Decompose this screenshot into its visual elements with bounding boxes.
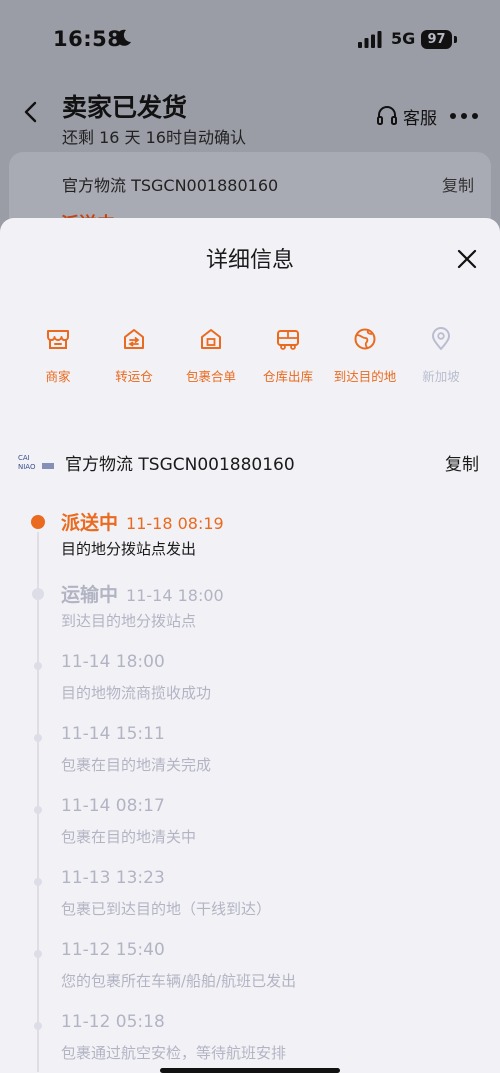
truck-icon xyxy=(277,330,299,350)
timeline-dot xyxy=(34,950,42,958)
event-header: 11-13 13:23 xyxy=(61,868,165,888)
copy-button[interactable]: 复制 xyxy=(442,172,474,196)
more-icon[interactable] xyxy=(449,112,479,120)
logistics-steps: 商家 转运仓 包裹合单 仓库出库 到达目的地 新加坡 xyxy=(8,326,492,396)
carrier-text: 官方物流 TSGCN001880160 xyxy=(62,176,279,195)
logo-text-top: CAI xyxy=(18,454,30,462)
auto-confirm-countdown: 还剩 16 天 16时自动确认 xyxy=(62,128,246,147)
step-destination-country: 新加坡 xyxy=(401,326,481,385)
timeline-dot xyxy=(34,806,42,814)
tracking-number: 官方物流 TSGCN001880160 xyxy=(65,455,295,475)
status-time: 16:58 xyxy=(53,27,123,51)
cainiao-logo-icon: CAI NIAO xyxy=(18,454,54,471)
timeline-dot xyxy=(32,588,44,600)
event-time: 11-14 18:00 xyxy=(61,652,165,672)
timeline-dot xyxy=(34,734,42,742)
step-warehouse-out: 仓库出库 xyxy=(248,326,328,385)
step-label: 仓库出库 xyxy=(262,369,313,384)
current-dot xyxy=(31,515,45,529)
event-header: 11-12 15:40 xyxy=(61,940,165,960)
event-header: 11-14 15:11 xyxy=(61,724,165,744)
step-label: 新加坡 xyxy=(422,369,460,384)
transit-warehouse-icon xyxy=(124,329,144,349)
event-header: 11-14 18:00 xyxy=(61,652,165,672)
copy-tracking-button[interactable]: 复制 xyxy=(445,450,479,475)
timeline-line xyxy=(37,532,39,1072)
event-description: 包裹在目的地清关中 xyxy=(61,828,197,846)
timeline-dot xyxy=(34,1022,42,1030)
event-header: 11-14 08:17 xyxy=(61,796,165,816)
event-time: 11-14 18:00 xyxy=(126,586,224,605)
globe-icon xyxy=(354,328,376,350)
event-status: 运输中 xyxy=(61,584,119,606)
event-time: 11-14 15:11 xyxy=(61,724,165,744)
sheet-title: 详细信息 xyxy=(205,248,294,273)
event-description: 目的地分拨站点发出 xyxy=(61,540,197,558)
step-label: 商家 xyxy=(45,369,71,384)
battery-tip xyxy=(454,36,457,43)
close-icon[interactable] xyxy=(456,248,478,270)
store-icon xyxy=(47,330,69,349)
step-merchant: 商家 xyxy=(18,326,98,385)
event-header: 派送中 11-18 08:19 xyxy=(61,508,224,535)
timeline-dot xyxy=(34,662,42,670)
event-time: 11-12 15:40 xyxy=(61,940,165,960)
event-time: 11-14 08:17 xyxy=(61,796,165,816)
step-transit-warehouse: 转运仓 xyxy=(94,326,174,385)
signal-icon xyxy=(358,31,382,48)
event-description: 包裹已到达目的地（干线到达） xyxy=(61,900,272,918)
step-label: 到达目的地 xyxy=(333,369,397,384)
event-description: 目的地物流商揽收成功 xyxy=(61,684,212,702)
logo-text-bottom: NIAO xyxy=(18,463,36,471)
customer-service-label: 客服 xyxy=(403,108,437,129)
event-status: 派送中 xyxy=(61,512,119,534)
detail-sheet: 详细信息 商家 转运仓 包裹合单 仓库出库 到达目的地 新加坡 CAI NIAO… xyxy=(0,218,500,1073)
navigation-bar: 卖家已发货 还剩 16 天 16时自动确认 客服 xyxy=(0,80,500,152)
event-description: 包裹在目的地清关完成 xyxy=(61,756,212,774)
event-header: 运输中 11-14 18:00 xyxy=(61,580,224,607)
step-package-merge: 包裹合单 xyxy=(171,326,251,385)
network-type: 5G xyxy=(391,29,416,48)
carrier-row: CAI NIAO 官方物流 TSGCN001880160 复制 xyxy=(18,448,482,478)
step-label: 转运仓 xyxy=(115,369,153,384)
event-time: 11-18 08:19 xyxy=(126,514,224,533)
customer-service-button[interactable]: 客服 xyxy=(376,104,437,129)
battery-level: 97 xyxy=(427,32,446,47)
package-merge-icon xyxy=(201,329,221,349)
step-label: 包裹合单 xyxy=(185,369,236,384)
step-arrived-destination: 到达目的地 xyxy=(325,326,405,385)
back-arrow-icon[interactable] xyxy=(20,100,42,124)
event-time: 11-13 13:23 xyxy=(61,868,165,888)
headset-icon xyxy=(377,106,397,125)
battery-icon: 97 xyxy=(421,30,452,49)
order-status-title: 卖家已发货 xyxy=(62,93,188,122)
event-description: 包裹通过航空安检，等待航班安排 xyxy=(61,1044,287,1062)
event-description: 您的包裹所在车辆/船舶/航班已发出 xyxy=(61,972,297,990)
timeline-dot xyxy=(34,878,42,886)
location-pin-icon xyxy=(432,327,450,350)
event-header: 11-12 05:18 xyxy=(61,1012,165,1032)
event-time: 11-12 05:18 xyxy=(61,1012,165,1032)
status-bar: 16:58 5G 97 xyxy=(0,0,500,80)
moon-icon xyxy=(116,29,131,46)
home-indicator xyxy=(160,1068,340,1073)
event-description: 到达目的地分拨站点 xyxy=(61,612,197,630)
